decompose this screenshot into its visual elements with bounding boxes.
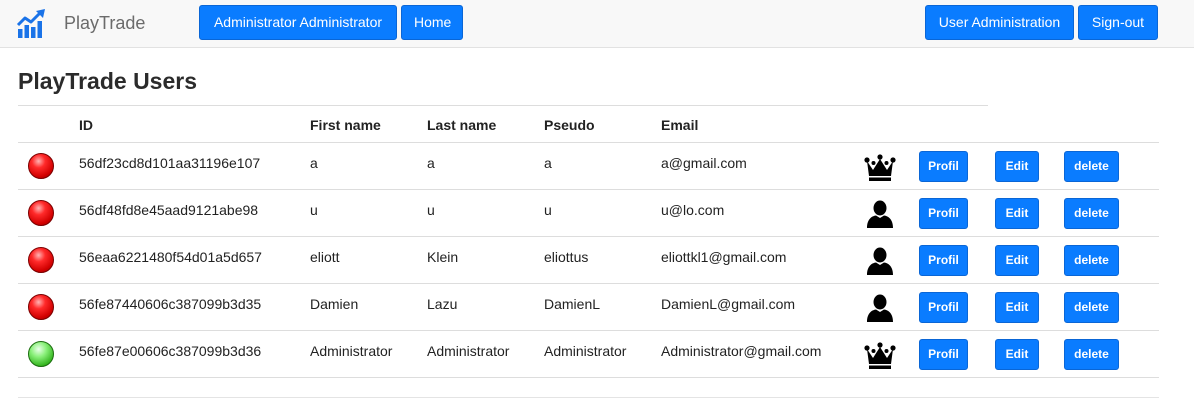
cell-first-name: eliott <box>310 249 340 265</box>
table-header-row: ID First name Last name Pseudo Email <box>18 106 1159 143</box>
cell-id: 56fe87e00606c387099b3d36 <box>79 343 262 359</box>
brand-link[interactable]: PlayTrade <box>16 0 145 47</box>
cell-id: 56df23cd8d101aa31196e107 <box>79 155 261 171</box>
cell-first-name: Administrator <box>310 343 393 359</box>
cell-email: u@lo.com <box>661 202 725 218</box>
table-row: 56eaa6221480f54d01a5d657 eliott Klein eliot… <box>18 237 1159 284</box>
crown-icon <box>864 340 896 370</box>
status-indicator-icon <box>28 341 54 367</box>
table-row: 56df48fd8e45aad9121abe98 u u u u@lo.com Profi… <box>18 190 1159 237</box>
profil-button[interactable]: Profil <box>919 151 968 182</box>
cell-email: eliottkl1@gmail.com <box>661 249 787 265</box>
cell-first-name: u <box>310 202 318 218</box>
cell-email: Administrator@gmail.com <box>661 343 822 359</box>
header-id: ID <box>79 117 93 133</box>
cell-pseudo: eliottus <box>544 249 589 265</box>
header-pseudo: Pseudo <box>544 117 595 133</box>
crown-icon <box>864 152 896 182</box>
header-email: Email <box>661 117 699 133</box>
table-bottom-divider <box>18 397 1159 398</box>
delete-button[interactable]: delete <box>1064 198 1119 229</box>
delete-button[interactable]: delete <box>1064 151 1119 182</box>
status-indicator-icon <box>28 153 54 179</box>
header-first-name: First name <box>310 117 381 133</box>
table-row: 56fe87440606c387099b3d35 Damien Lazu Damien… <box>18 284 1159 331</box>
delete-button[interactable]: delete <box>1064 245 1119 276</box>
header-last-name: Last name <box>427 117 497 133</box>
table-row: 56fe87e00606c387099b3d36 Administrator Adm… <box>18 331 1159 378</box>
delete-button[interactable]: delete <box>1064 339 1119 370</box>
cell-pseudo: Administrator <box>544 343 627 359</box>
brand-name: PlayTrade <box>64 13 146 33</box>
cell-email: a@gmail.com <box>661 155 747 171</box>
profil-button[interactable]: Profil <box>919 292 968 323</box>
edit-button[interactable]: Edit <box>995 245 1039 276</box>
delete-button[interactable]: delete <box>1064 292 1119 323</box>
edit-button[interactable]: Edit <box>995 292 1039 323</box>
cell-id: 56fe87440606c387099b3d35 <box>79 296 262 312</box>
status-indicator-icon <box>28 247 54 273</box>
edit-button[interactable]: Edit <box>995 198 1039 229</box>
user-icon <box>864 246 896 276</box>
cell-last-name: Administrator <box>427 343 510 359</box>
status-indicator-icon <box>28 294 54 320</box>
table-body: 56df23cd8d101aa31196e107 a a a a@gmail.com Pr… <box>18 143 1159 378</box>
top-navbar: PlayTrade Administrator Administrator Ho… <box>0 0 1194 48</box>
cell-id: 56eaa6221480f54d01a5d657 <box>79 249 262 265</box>
cell-pseudo: u <box>544 202 552 218</box>
status-indicator-icon <box>28 200 54 226</box>
user-icon <box>864 293 896 323</box>
edit-button[interactable]: Edit <box>995 339 1039 370</box>
profil-button[interactable]: Profil <box>919 198 968 229</box>
cell-email: DamienL@gmail.com <box>661 296 796 312</box>
cell-pseudo: a <box>544 155 552 171</box>
table-row: 56df23cd8d101aa31196e107 a a a a@gmail.com Pr… <box>18 143 1159 190</box>
cell-last-name: Klein <box>427 249 459 265</box>
edit-button[interactable]: Edit <box>995 151 1039 182</box>
home-button[interactable]: Home <box>401 5 463 40</box>
cell-last-name: a <box>427 155 435 171</box>
bar-chart-trend-icon <box>16 8 48 40</box>
profil-button[interactable]: Profil <box>919 339 968 370</box>
signout-button[interactable]: Sign-out <box>1078 5 1158 40</box>
user-icon <box>864 199 896 229</box>
users-table: ID First name Last name Pseudo Email 56d… <box>18 106 1159 378</box>
cell-last-name: Lazu <box>427 296 458 312</box>
cell-pseudo: DamienL <box>544 296 601 312</box>
cell-id: 56df48fd8e45aad9121abe98 <box>79 202 259 218</box>
profil-button[interactable]: Profil <box>919 245 968 276</box>
page-title: PlayTrade Users <box>18 68 198 94</box>
user-administration-button[interactable]: User Administration <box>925 5 1074 40</box>
cell-last-name: u <box>427 202 435 218</box>
cell-first-name: a <box>310 155 318 171</box>
cell-first-name: Damien <box>310 296 359 312</box>
current-user-button[interactable]: Administrator Administrator <box>199 5 397 40</box>
